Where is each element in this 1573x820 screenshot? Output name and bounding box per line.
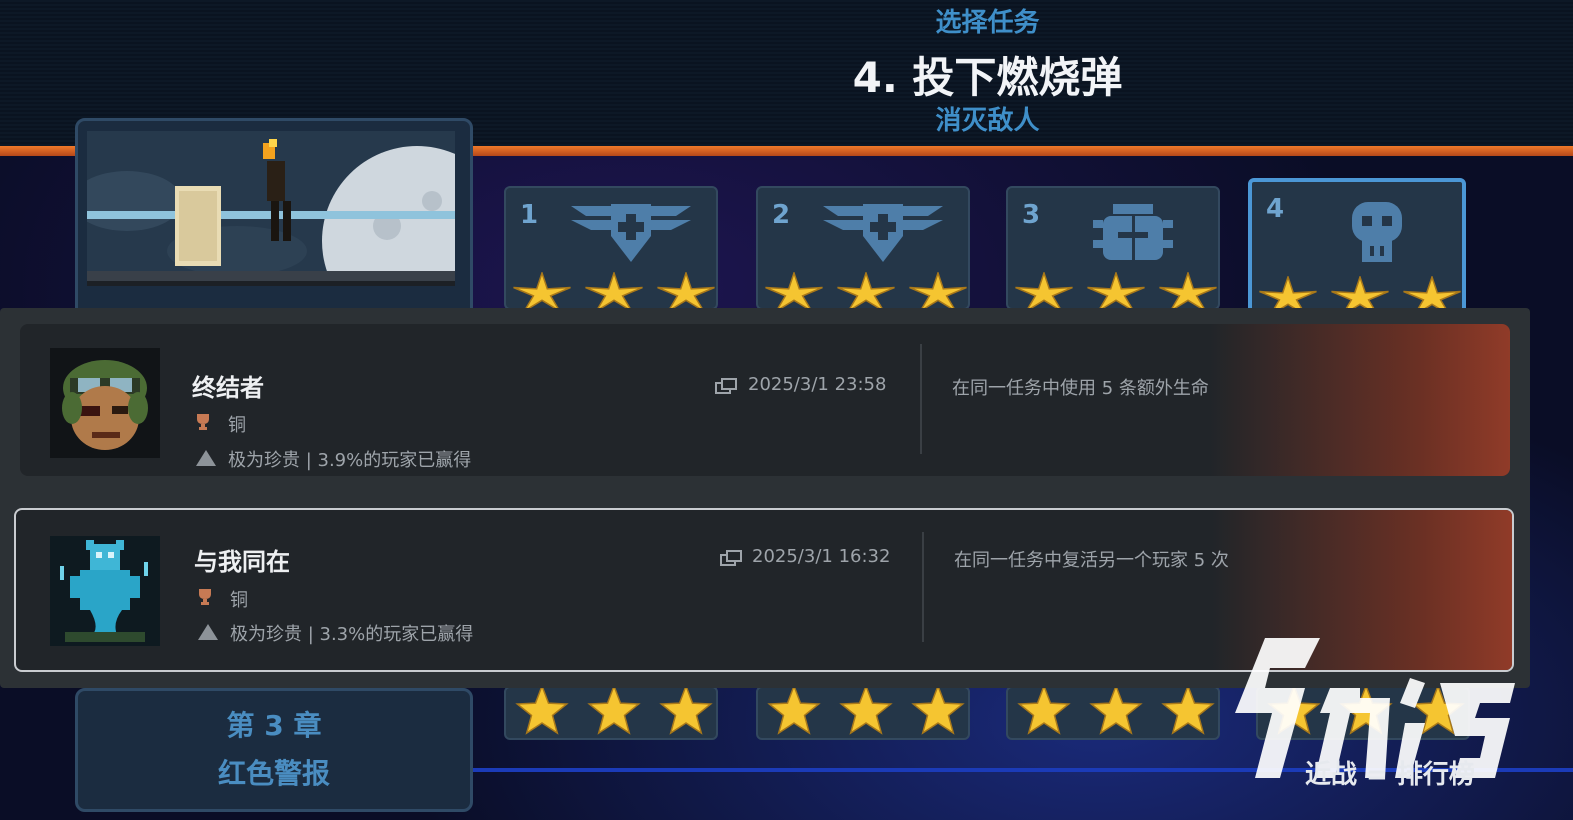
star-icon bbox=[1089, 686, 1143, 735]
star-icon bbox=[513, 272, 571, 312]
bottom-stars bbox=[767, 686, 965, 735]
star-icon bbox=[765, 272, 823, 312]
trophy-earned-date: 2025/3/1 16:32 bbox=[752, 546, 891, 567]
star-icon bbox=[657, 272, 715, 312]
star-icon bbox=[1017, 686, 1071, 735]
star-icon bbox=[659, 686, 713, 735]
star-icon bbox=[585, 272, 643, 312]
trophy-description: 在同一任务中使用 5 条额外生命 bbox=[952, 378, 1209, 399]
trophy-grade: 铜 bbox=[230, 590, 248, 611]
trophy-divider bbox=[922, 532, 924, 642]
select-mission-label: 选择任务 bbox=[935, 8, 1040, 38]
star-icon bbox=[1159, 272, 1217, 312]
ghost-avatar bbox=[50, 536, 160, 646]
star-icon bbox=[1161, 686, 1215, 735]
star-icon bbox=[1087, 272, 1145, 312]
trophy-rarity: 极为珍贵 | 3.9%的玩家已赢得 bbox=[228, 450, 472, 471]
mission-stars-bottom-1 bbox=[504, 686, 718, 740]
star-icon bbox=[515, 686, 569, 735]
star-icon bbox=[767, 686, 821, 735]
winged-medic-icon bbox=[823, 204, 943, 262]
earned-date-icon bbox=[720, 550, 742, 566]
star-icon bbox=[587, 686, 641, 735]
star-icon bbox=[1015, 272, 1073, 312]
beetle-icon bbox=[1093, 204, 1173, 260]
chapter-name: 红色警报 bbox=[217, 757, 330, 790]
mission-stars bbox=[765, 272, 967, 312]
bronze-trophy-icon bbox=[197, 414, 209, 430]
mission-number: 4 bbox=[1266, 194, 1285, 224]
skull-icon bbox=[1352, 202, 1402, 262]
trophy-rarity: 极为珍贵 | 3.3%的玩家已赢得 bbox=[230, 624, 474, 645]
earned-date-icon bbox=[715, 378, 737, 394]
mission-stars-bottom-3 bbox=[1006, 686, 1220, 740]
trophy-glow bbox=[1210, 324, 1510, 476]
chapter-number: 第 3 章 bbox=[226, 709, 322, 742]
mission-stars bbox=[513, 272, 715, 312]
star-icon bbox=[911, 686, 965, 735]
winged-medic-icon bbox=[571, 204, 691, 262]
trophy-name: 与我同在 bbox=[194, 548, 290, 576]
mission-number: 2 bbox=[772, 200, 791, 230]
trophy-card[interactable]: 终结者 铜 极为珍贵 | 3.9%的玩家已赢得 2025/3/1 23:58 在… bbox=[20, 324, 1510, 476]
bottom-stars bbox=[1017, 686, 1215, 735]
trophy-name: 终结者 bbox=[192, 374, 264, 402]
trophy-grade: 铜 bbox=[228, 415, 246, 436]
mission-tile-1[interactable]: 1 bbox=[504, 186, 718, 312]
rarity-icon bbox=[196, 450, 216, 466]
trophy-description: 在同一任务中复活另一个玩家 5 次 bbox=[954, 550, 1229, 571]
mission-tile-2[interactable]: 2 bbox=[756, 186, 970, 312]
mission-tile-4[interactable]: 4 bbox=[1248, 178, 1466, 316]
melee-leaderboard-hint: 近战 = 排行榜 bbox=[1305, 760, 1475, 790]
mission-number: 3 bbox=[1022, 200, 1041, 230]
rarity-icon bbox=[198, 624, 218, 640]
mission-number: 1 bbox=[520, 200, 539, 230]
bronze-trophy-icon bbox=[199, 589, 211, 605]
mission-stars bbox=[1015, 272, 1217, 312]
trophy-earned-date: 2025/3/1 23:58 bbox=[748, 374, 887, 395]
star-icon bbox=[909, 272, 967, 312]
trophy-divider bbox=[920, 344, 922, 454]
mission-preview-image bbox=[87, 131, 455, 286]
star-icon bbox=[839, 686, 893, 735]
mission-title: 4. 投下燃烧弹 bbox=[852, 53, 1123, 102]
soldier-avatar bbox=[50, 348, 160, 458]
mission-stars-bottom-2 bbox=[756, 686, 970, 740]
bottom-stars bbox=[515, 686, 713, 735]
mission-tile-3[interactable]: 3 bbox=[1006, 186, 1220, 312]
star-icon bbox=[837, 272, 895, 312]
